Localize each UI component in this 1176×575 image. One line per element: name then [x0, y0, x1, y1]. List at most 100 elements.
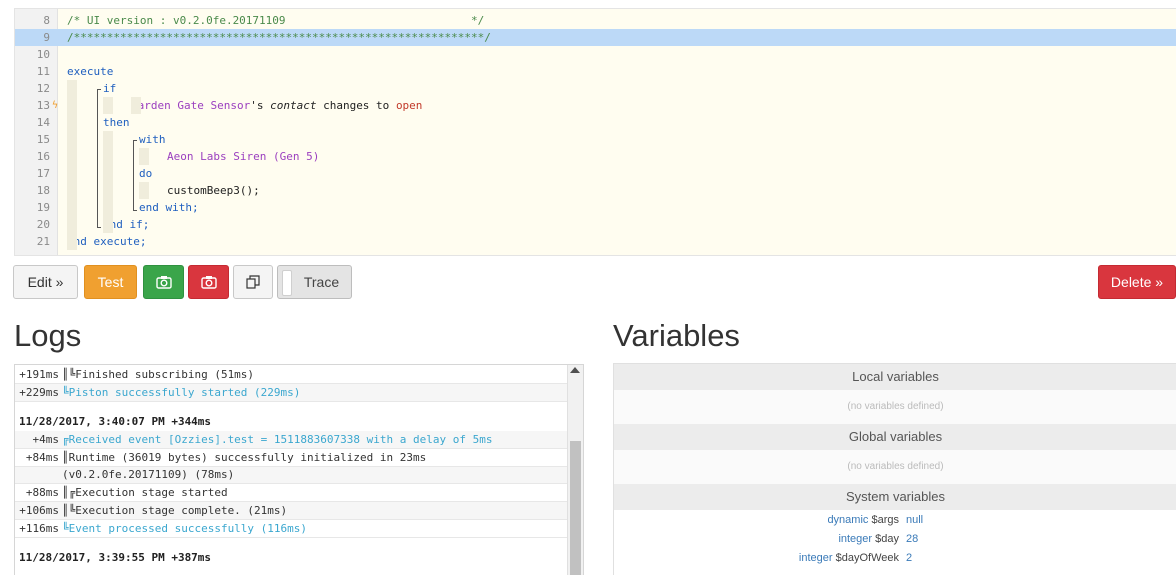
- code-text: end with;: [139, 199, 199, 216]
- log-timestamp: +191ms: [19, 368, 59, 381]
- code-token: end execute;: [67, 235, 147, 248]
- delete-button[interactable]: Delete »: [1098, 265, 1176, 299]
- indent-guide: [67, 80, 77, 250]
- code-line: 17 do: [15, 165, 1176, 182]
- scroll-thumb[interactable]: [570, 441, 581, 575]
- code-text: then: [103, 114, 130, 131]
- trace-toggle-knob: [282, 270, 292, 296]
- code-token: /* UI version : v0.2.0fe.20171109 */: [67, 14, 485, 27]
- line-number: 15: [36, 133, 50, 146]
- global-variables-header: Global variables: [614, 424, 1176, 450]
- log-message: ╚Piston successfully started (229ms): [62, 386, 301, 399]
- camera-icon: [155, 276, 172, 289]
- code-token: Aeon Labs Siren (Gen 5): [167, 150, 320, 163]
- code-token: if: [103, 82, 117, 95]
- block-bracket: [97, 89, 98, 227]
- logs-scrollbar[interactable]: [567, 365, 583, 575]
- code-text: end execute;: [67, 233, 146, 250]
- code-line: 21 end execute;: [15, 233, 1176, 250]
- log-message: ║╔Execution stage started: [62, 486, 228, 499]
- trigger-bolt-icon: ϟ: [52, 100, 59, 111]
- code-text: execute: [67, 63, 113, 80]
- code-line: 8 /* UI version : v0.2.0fe.20171109 */: [15, 12, 1176, 29]
- code-text: Aeon Labs Siren (Gen 5): [167, 148, 319, 165]
- duplicate-button[interactable]: [233, 265, 273, 299]
- piston-code-view: 8 /* UI version : v0.2.0fe.20171109 */ 9 /*…: [14, 9, 1176, 256]
- code-text: Garden Gate Sensor's contact changes to …: [131, 97, 422, 114]
- code-line: 11 execute: [15, 63, 1176, 80]
- variable-type: dynamic: [827, 514, 869, 526]
- copy-icon: [246, 275, 260, 289]
- logs-panel[interactable]: +116ms ╚Event processed successfully (116…: [14, 364, 584, 575]
- log-row: (v0.2.0fe.20171109) (78ms): [15, 466, 567, 484]
- line-number: 12: [36, 82, 50, 95]
- log-timestamp: +4ms: [32, 433, 60, 446]
- log-row: +106ms ║╚Execution stage complete. (21ms): [15, 502, 567, 520]
- edit-button[interactable]: Edit »: [13, 265, 78, 299]
- code-line: 14 then: [15, 114, 1176, 131]
- log-row: +116ms ╚Event processed successfully (116…: [15, 520, 567, 538]
- log-row: +4ms ╔Received event [Ozzies].test = 1511…: [15, 431, 567, 449]
- code-token: changes to: [316, 99, 396, 112]
- line-number: 9: [15, 29, 50, 46]
- indent-guide: [139, 148, 149, 165]
- code-text: /***************************************…: [67, 29, 491, 46]
- line-number: 21: [36, 235, 50, 248]
- indent-guide: [131, 97, 141, 114]
- line-number: 14: [36, 116, 50, 129]
- variable-name: $dayOfWeek: [835, 552, 899, 564]
- code-text: if: [103, 80, 116, 97]
- code-token: /***************************************…: [67, 31, 491, 44]
- log-message: ╔Received event [Ozzies].test = 15118836…: [62, 433, 493, 446]
- camera-icon: [200, 276, 217, 289]
- variable-value: 28: [906, 533, 919, 545]
- system-variable-row: dynamic $args null: [614, 511, 1176, 530]
- code-line: 18 customBeep3();: [15, 182, 1176, 199]
- line-number: 13: [36, 99, 50, 112]
- log-row: +88ms ║╔Execution stage started: [15, 484, 567, 502]
- variable-value: 2: [906, 552, 913, 564]
- log-message: ║╚Execution stage complete. (21ms): [62, 504, 288, 517]
- logs-title: Logs: [14, 318, 82, 353]
- log-timestamp: +106ms: [19, 504, 59, 517]
- log-row: +229ms ╚Piston successfully started (229m…: [15, 384, 567, 402]
- log-timestamp: +229ms: [19, 386, 59, 399]
- system-variable-row: integer $day 28: [614, 530, 1176, 549]
- variable-type: integer: [798, 552, 833, 564]
- code-token: with: [139, 133, 166, 146]
- line-number: 17: [36, 167, 50, 180]
- code-token: open: [395, 99, 423, 112]
- code-token: 's: [250, 99, 271, 112]
- indent-guide: [103, 97, 113, 114]
- snapshot-button[interactable]: [143, 265, 184, 299]
- code-line: 9 /**************************************…: [15, 29, 1176, 46]
- variable-name: $args: [871, 514, 899, 526]
- scroll-up-arrow-icon[interactable]: [570, 367, 580, 373]
- code-line: 13 ϟ Garden Gate Sensor's contact changes …: [15, 97, 1176, 114]
- log-session-header: 11/28/2017, 3:40:07 PM +344ms: [19, 415, 212, 428]
- block-bracket-bottom: [97, 227, 101, 228]
- code-token: then: [103, 116, 130, 129]
- variables-panel: Local variables (no variables defined) G…: [613, 363, 1176, 575]
- local-variables-empty: (no variables defined): [614, 390, 1176, 424]
- log-message: (v0.2.0fe.20171109) (78ms): [62, 468, 235, 481]
- trace-toggle[interactable]: Trace: [277, 265, 352, 299]
- line-number: 10: [36, 48, 50, 61]
- anonymized-snapshot-button[interactable]: [188, 265, 229, 299]
- line-number: 11: [36, 65, 50, 78]
- code-line: 10: [15, 46, 1176, 63]
- log-session-header: 11/28/2017, 3:39:55 PM +387ms: [19, 551, 212, 564]
- line-number: 18: [36, 184, 50, 197]
- code-line: 16 Aeon Labs Siren (Gen 5): [15, 148, 1176, 165]
- code-text: /* UI version : v0.2.0fe.20171109 */: [67, 12, 484, 29]
- code-token: execute: [67, 65, 114, 78]
- indent-guide: [103, 131, 113, 233]
- variable-name: $day: [875, 533, 899, 545]
- code-token: Garden Gate Sensor: [131, 99, 251, 112]
- test-button[interactable]: Test: [84, 265, 137, 299]
- block-bracket: [133, 140, 134, 210]
- log-timestamp: +88ms: [25, 486, 59, 499]
- line-number: 16: [36, 150, 50, 163]
- local-variables-header: Local variables: [614, 364, 1176, 390]
- code-text: do: [139, 165, 152, 182]
